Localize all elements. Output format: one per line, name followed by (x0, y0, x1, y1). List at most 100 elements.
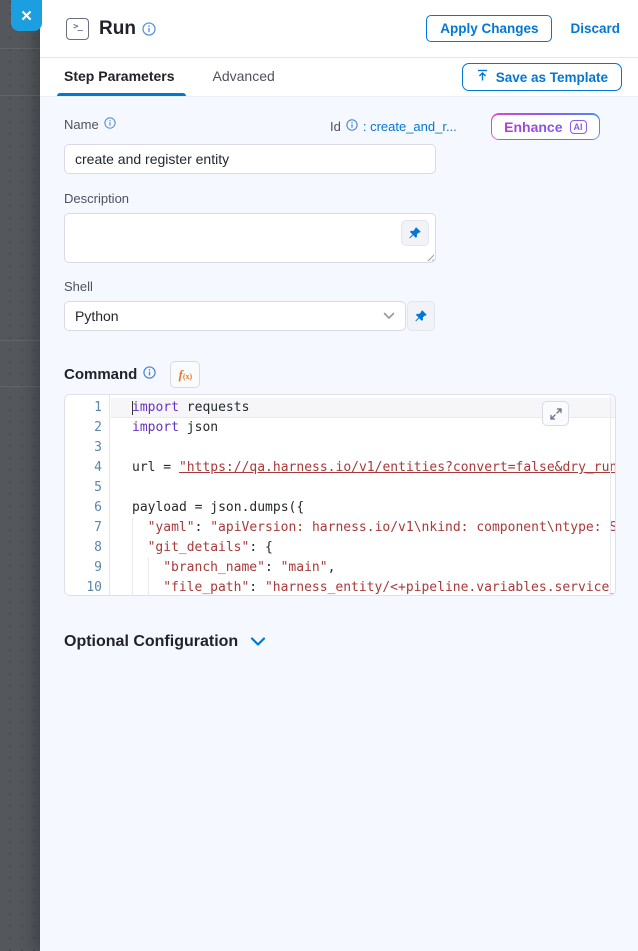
optional-configuration-toggle[interactable]: Optional Configuration (64, 633, 616, 651)
code-token: : (195, 520, 211, 535)
canvas-divider (0, 48, 40, 49)
code-token: json (179, 420, 218, 435)
optional-configuration-label: Optional Configuration (64, 633, 238, 651)
close-drawer-button[interactable]: ✕ (11, 0, 42, 31)
line-number: 2 (65, 418, 109, 438)
editor-scrollbar-track[interactable] (610, 396, 611, 594)
code-line[interactable]: url = "https://qa.harness.io/v1/entities… (111, 458, 615, 478)
apply-changes-button[interactable]: Apply Changes (426, 15, 552, 42)
line-number: 9 (65, 558, 109, 578)
command-label-group: Command (64, 366, 156, 383)
canvas-divider (0, 95, 40, 96)
tab-advanced[interactable]: Advanced (213, 68, 275, 86)
shell-select[interactable]: Python (64, 301, 406, 331)
code-token: : { (249, 540, 272, 555)
code-line[interactable]: import json (111, 418, 615, 438)
pin-icon (408, 226, 422, 240)
canvas-divider (0, 340, 40, 341)
description-label: Description (64, 191, 616, 206)
close-icon: ✕ (20, 7, 33, 25)
indent-guide (132, 538, 148, 558)
canvas-divider (0, 386, 40, 387)
id-label: Id (330, 119, 341, 134)
info-icon[interactable] (142, 22, 156, 36)
tab-step-parameters[interactable]: Step Parameters (64, 68, 175, 86)
save-as-template-button[interactable]: Save as Template (462, 63, 622, 91)
name-label: Name (64, 117, 99, 132)
fx-sub: (x) (183, 372, 192, 381)
code-token: : (249, 580, 265, 595)
code-token: "yaml" (148, 520, 195, 535)
code-token: "file_path" (163, 580, 249, 595)
name-id-row: Name Id : create_and_r... Enhance AI (64, 117, 616, 139)
pin-input-type-button[interactable] (401, 220, 429, 246)
line-number: 3 (65, 438, 109, 458)
code-token: : (265, 560, 281, 575)
indent-guide (132, 558, 148, 578)
code-token: import (132, 400, 179, 415)
description-box (64, 213, 436, 263)
code-line[interactable] (111, 478, 615, 498)
code-token: , (328, 560, 336, 575)
code-line[interactable]: "file_path": "harness_entity/<+pipeline.… (111, 578, 615, 595)
command-code-editor[interactable]: 12345678910 import requestsimport jsonur… (64, 394, 616, 596)
active-tab-underline (57, 93, 186, 96)
code-token: "harness_entity/<+pipeline.variables.ser… (265, 580, 615, 595)
code-line[interactable]: "branch_name": "main", (111, 558, 615, 578)
expand-icon (550, 408, 562, 420)
code-line[interactable]: "yaml": "apiVersion: harness.io/v1\nkind… (111, 518, 615, 538)
enhance-ai-button[interactable]: Enhance AI (491, 113, 600, 140)
id-value[interactable]: : create_and_r... (363, 119, 457, 134)
upload-icon (476, 69, 489, 85)
step-parameters-form: Name Id : create_and_r... Enhance AI (40, 97, 638, 951)
info-icon[interactable] (143, 366, 156, 383)
dimmed-pipeline-canvas (0, 0, 40, 951)
description-section: Description (64, 191, 616, 263)
tab-bar: Step Parameters Advanced Save as Templat… (40, 58, 638, 97)
step-id-display: Id : create_and_r... (330, 119, 457, 134)
line-number: 7 (65, 518, 109, 538)
page-title: Run (99, 18, 136, 40)
shell-label: Shell (64, 279, 616, 294)
code-line[interactable]: payload = json.dumps({ (111, 498, 615, 518)
screen: ✕ >_ Run Apply Changes Discard Step Para… (0, 0, 638, 951)
discard-button[interactable]: Discard (570, 21, 620, 36)
code-line[interactable]: import requests (111, 398, 615, 418)
description-textarea[interactable] (64, 213, 436, 263)
info-icon[interactable] (346, 119, 358, 134)
info-icon[interactable] (104, 117, 116, 132)
enhance-ai-inner: Enhance AI (492, 115, 598, 139)
code-token: import (132, 420, 179, 435)
save-as-template-label: Save as Template (496, 70, 608, 85)
line-number: 6 (65, 498, 109, 518)
line-number: 1 (65, 398, 109, 418)
expression-fx-button[interactable]: f(x) (170, 361, 200, 388)
name-input[interactable] (64, 144, 436, 174)
expand-editor-button[interactable] (542, 401, 569, 426)
code-token: "apiVersion: harness.io/v1\nkind: compon… (210, 520, 615, 535)
pin-input-type-button[interactable] (407, 301, 435, 331)
code-token: "main" (281, 560, 328, 575)
code-line[interactable]: "git_details": { (111, 538, 615, 558)
code-line[interactable] (111, 438, 615, 458)
line-number: 8 (65, 538, 109, 558)
chevron-down-icon (250, 637, 266, 647)
command-header-row: Command f(x) (64, 361, 616, 388)
run-step-icon: >_ (66, 18, 89, 40)
line-number: 5 (65, 478, 109, 498)
line-number: 10 (65, 578, 109, 596)
drawer-header: >_ Run Apply Changes Discard (40, 0, 638, 58)
pin-icon (414, 309, 428, 323)
shell-row: Python (64, 301, 616, 331)
indent-guide (132, 518, 148, 538)
shell-section: Shell Python (64, 279, 616, 331)
code-token: "branch_name" (163, 560, 265, 575)
shell-selected-value: Python (75, 308, 383, 324)
enhance-label: Enhance (504, 119, 562, 135)
editor-code-area[interactable]: import requestsimport jsonurl = "https:/… (111, 395, 615, 595)
line-number: 4 (65, 458, 109, 478)
code-token: payload = json.dumps({ (132, 500, 304, 515)
header-actions: Apply Changes Discard (426, 15, 620, 42)
code-token: "git_details" (148, 540, 250, 555)
indent-guide (148, 558, 164, 578)
